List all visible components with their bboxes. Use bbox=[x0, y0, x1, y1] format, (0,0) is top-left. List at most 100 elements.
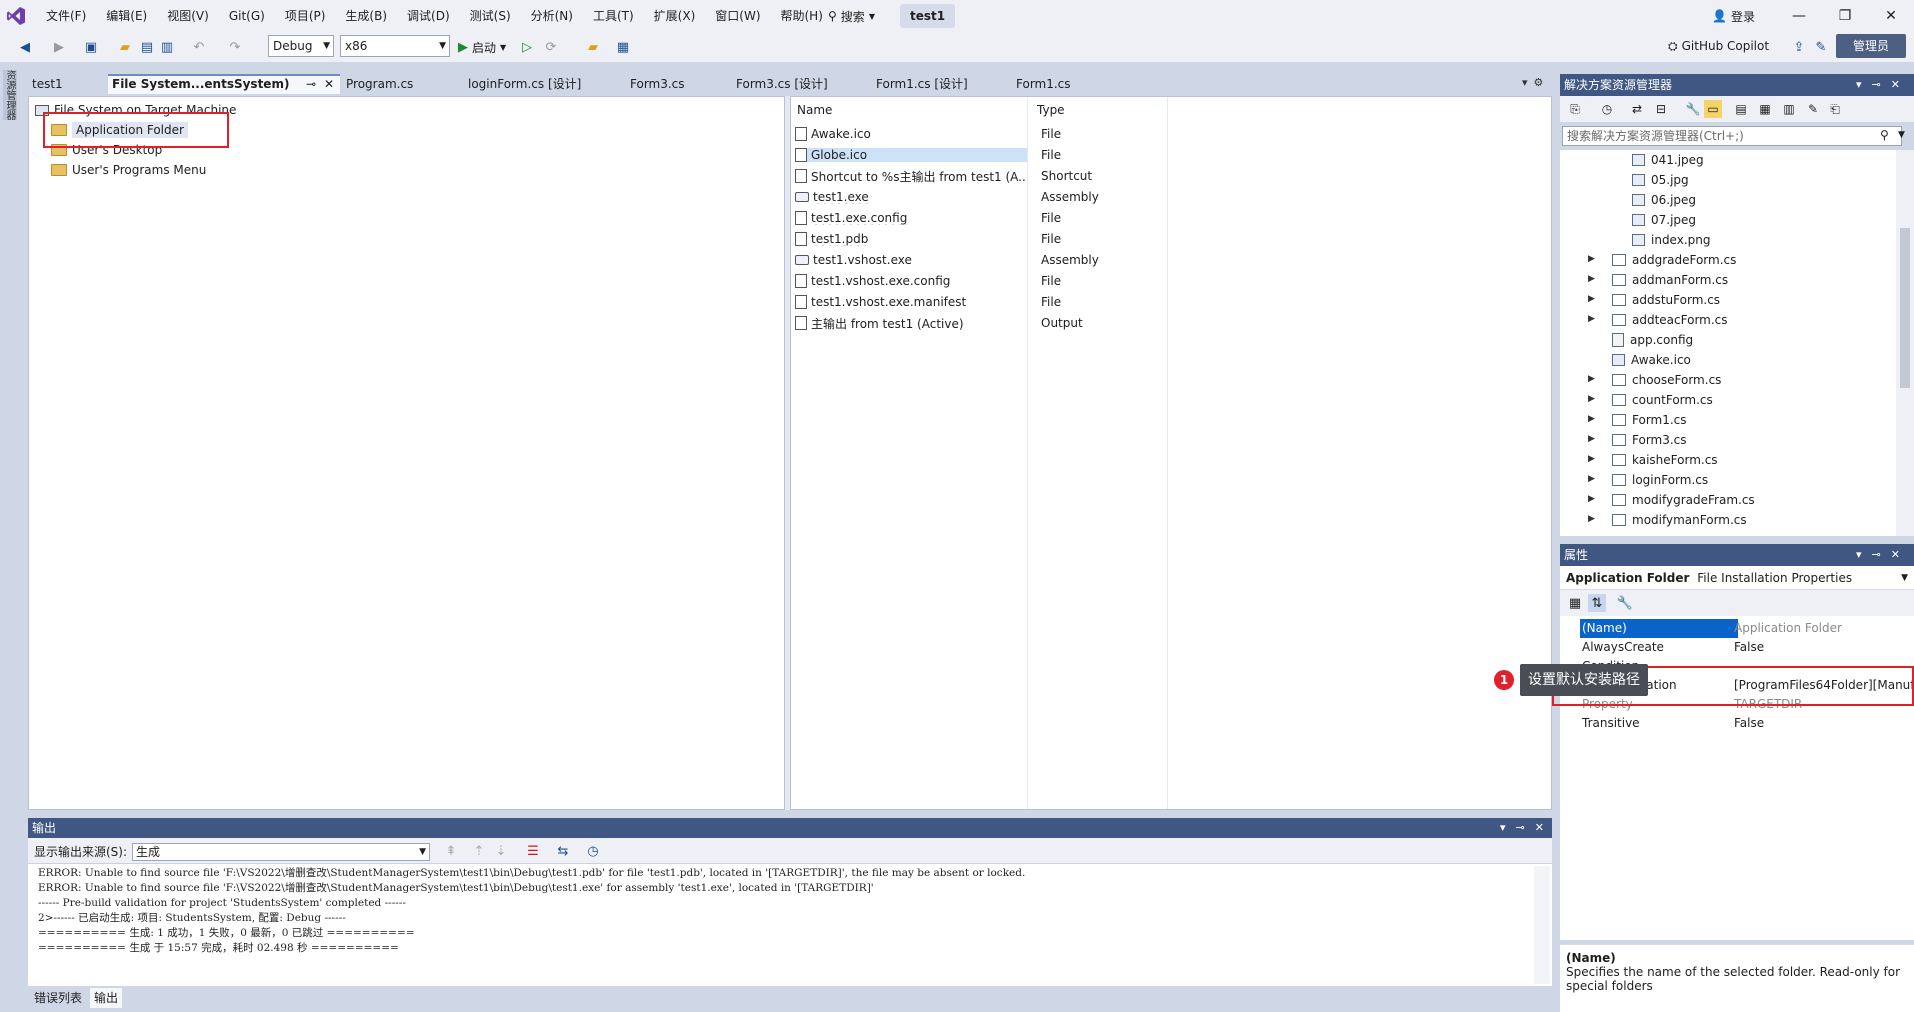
clear-all-icon[interactable]: ☰ bbox=[524, 842, 542, 860]
properties-wrench-icon[interactable]: 🔧 bbox=[1684, 100, 1702, 118]
expand-arrow-icon[interactable]: ▶ bbox=[1588, 454, 1595, 464]
login-button[interactable]: 👤 登录 bbox=[1712, 4, 1755, 28]
properties-object-selector[interactable]: Application Folder File Installation Pro… bbox=[1560, 566, 1914, 590]
folder-icon[interactable]: ▰ bbox=[584, 38, 602, 56]
categorized-icon[interactable]: ▦ bbox=[1566, 594, 1584, 612]
tab-loginform-design[interactable]: loginForm.cs [设计] bbox=[464, 74, 624, 94]
sync-icon[interactable]: ⇄ bbox=[1628, 100, 1646, 118]
output-scrollbar[interactable] bbox=[1534, 866, 1550, 984]
dropdown-icon[interactable]: ▾ bbox=[1856, 74, 1862, 96]
menu-window[interactable]: 窗口(W) bbox=[705, 0, 770, 32]
property-row[interactable]: Transitive False bbox=[1560, 714, 1914, 733]
start-debugging-button[interactable]: ▶ 启动 ▼ bbox=[458, 36, 506, 58]
list-item[interactable]: test1.vshost.exe.manifest File bbox=[795, 292, 1167, 312]
minimize-button[interactable]: — bbox=[1776, 0, 1822, 32]
next-message-icon[interactable]: ⇣ bbox=[492, 842, 510, 860]
tab-form1-design[interactable]: Form1.cs [设计] bbox=[872, 74, 1010, 94]
property-pages-icon[interactable]: 🔧 bbox=[1616, 594, 1634, 612]
output-text-area[interactable]: ERROR: Unable to find source file 'F:\VS… bbox=[28, 864, 1552, 986]
pin-icon[interactable]: ⊸ bbox=[1516, 818, 1525, 838]
feedback-icon[interactable]: ✎ bbox=[1812, 38, 1830, 56]
property-row[interactable]: (Name) Application Folder bbox=[1560, 619, 1914, 638]
redo-icon[interactable]: ↷ bbox=[226, 38, 244, 56]
admin-badge[interactable]: 管理员 bbox=[1836, 34, 1906, 58]
menu-git[interactable]: Git(G) bbox=[219, 0, 275, 32]
tab-form3-cs[interactable]: Form3.cs bbox=[626, 74, 730, 94]
expand-arrow-icon[interactable]: ▶ bbox=[1588, 254, 1595, 264]
expand-arrow-icon[interactable]: ▶ bbox=[1588, 314, 1595, 324]
solution-tree-item[interactable]: Awake.ico bbox=[1612, 350, 1691, 370]
property-row[interactable]: AlwaysCreate False bbox=[1560, 638, 1914, 657]
menu-extensions[interactable]: 扩展(X) bbox=[644, 0, 706, 32]
menu-edit[interactable]: 编辑(E) bbox=[96, 0, 157, 32]
preview-icon[interactable]: ▥ bbox=[1780, 100, 1798, 118]
timestamp-icon[interactable]: ◷ bbox=[584, 842, 602, 860]
expand-arrow-icon[interactable]: ▶ bbox=[1588, 394, 1595, 404]
list-item[interactable]: test1.pdb File bbox=[795, 229, 1167, 249]
tab-list-dropdown-icon[interactable]: ▾ bbox=[1522, 76, 1528, 94]
solution-tree-item[interactable]: app.config bbox=[1612, 330, 1693, 350]
solution-tree-item[interactable]: index.png bbox=[1632, 230, 1710, 250]
solution-configuration-select[interactable]: Debug ▼ bbox=[268, 35, 334, 57]
solution-tree-item[interactable]: modifymanForm.cs bbox=[1612, 510, 1747, 530]
column-header-name[interactable]: Name bbox=[797, 103, 832, 117]
collapse-all-icon[interactable]: ⊟ bbox=[1652, 100, 1670, 118]
find-message-icon[interactable]: ⇞ bbox=[442, 842, 460, 860]
menu-analyze[interactable]: 分析(N) bbox=[521, 0, 583, 32]
new-item-icon[interactable]: ▣ bbox=[82, 38, 100, 56]
undo-icon[interactable]: ↶ bbox=[190, 38, 208, 56]
solution-tree-item[interactable]: 05.jpg bbox=[1632, 170, 1689, 190]
visual-studio-logo-icon[interactable] bbox=[6, 6, 26, 26]
expand-arrow-icon[interactable]: ▶ bbox=[1588, 414, 1595, 424]
tree-item-users-programs-menu[interactable]: User's Programs Menu bbox=[51, 160, 206, 180]
solution-tree-item[interactable]: addstuForm.cs bbox=[1612, 290, 1720, 310]
view-designer-icon[interactable]: ▦ bbox=[1756, 100, 1774, 118]
start-without-debugging-icon[interactable]: ▷ bbox=[518, 38, 536, 56]
save-all-icon[interactable]: ▥ bbox=[158, 38, 176, 56]
expand-arrow-icon[interactable]: ▶ bbox=[1588, 374, 1595, 384]
github-copilot-button[interactable]: ⛭ GitHub Copilot bbox=[1668, 34, 1769, 58]
close-icon[interactable]: ✕ bbox=[1891, 544, 1900, 566]
solution-tree-item[interactable]: addmanForm.cs bbox=[1612, 270, 1728, 290]
list-item[interactable]: Globe.ico File bbox=[795, 145, 1167, 165]
close-icon[interactable]: ✕ bbox=[1891, 74, 1900, 96]
expand-arrow-icon[interactable]: ▶ bbox=[1588, 274, 1595, 284]
solution-tree-item[interactable]: countForm.cs bbox=[1612, 390, 1713, 410]
edit-icon[interactable]: ✎ bbox=[1804, 100, 1822, 118]
open-folder-icon[interactable]: ▰ bbox=[116, 38, 134, 56]
expand-arrow-icon[interactable]: ▶ bbox=[1588, 434, 1595, 444]
menu-tools[interactable]: 工具(T) bbox=[583, 0, 644, 32]
solution-tree-item[interactable]: addgradeForm.cs bbox=[1612, 250, 1736, 270]
list-item[interactable]: test1.vshost.exe.config File bbox=[795, 271, 1167, 291]
list-item[interactable]: test1.exe.config File bbox=[795, 208, 1167, 228]
menu-view[interactable]: 视图(V) bbox=[157, 0, 219, 32]
pin-icon[interactable]: ⊸ bbox=[1872, 544, 1881, 566]
solution-tree-item[interactable]: chooseForm.cs bbox=[1612, 370, 1721, 390]
list-item[interactable]: test1.exe Assembly bbox=[795, 187, 1167, 207]
solution-tree-item[interactable]: 06.jpeg bbox=[1632, 190, 1696, 210]
alphabetical-icon[interactable]: ⇅ bbox=[1588, 594, 1606, 612]
prev-message-icon[interactable]: ⇡ bbox=[470, 842, 488, 860]
menu-test[interactable]: 测试(S) bbox=[460, 0, 521, 32]
tab-file-system[interactable]: File System...entsSystem) ⊸ ✕ bbox=[108, 74, 340, 94]
close-tab-icon[interactable]: ✕ bbox=[324, 76, 334, 93]
global-search[interactable]: ⚲ 搜索 ▼ bbox=[822, 4, 881, 28]
forward-icon[interactable]: ▶ bbox=[50, 38, 68, 56]
pin-icon[interactable]: ⊸ bbox=[306, 76, 316, 93]
solution-tree-item[interactable]: 041.jpeg bbox=[1632, 150, 1704, 170]
list-item[interactable]: test1.vshost.exe Assembly bbox=[795, 250, 1167, 270]
expand-arrow-icon[interactable]: ▶ bbox=[1588, 294, 1595, 304]
hot-reload-icon[interactable]: ⟳ bbox=[542, 38, 560, 56]
layout-icon[interactable]: ▦ bbox=[614, 38, 632, 56]
solution-tree-item[interactable]: addteacForm.cs bbox=[1612, 310, 1728, 330]
solution-tree-item[interactable]: modifygradeFram.cs bbox=[1612, 490, 1755, 510]
solution-tree-item[interactable]: Form1.cs bbox=[1612, 410, 1687, 430]
solution-tree-item[interactable]: Form3.cs bbox=[1612, 430, 1687, 450]
settings-gear-icon[interactable]: ⚙ bbox=[1534, 76, 1544, 94]
list-item[interactable]: 主输出 from test1 (Active) Output bbox=[795, 313, 1167, 333]
server-explorer-tab[interactable]: 资源管理器 bbox=[3, 70, 17, 120]
pin-icon[interactable]: ⊸ bbox=[1872, 74, 1881, 96]
tab-test1[interactable]: test1 bbox=[28, 74, 106, 94]
solution-platform-select[interactable]: x86 ▼ bbox=[340, 35, 450, 57]
tab-program-cs[interactable]: Program.cs bbox=[342, 74, 462, 94]
